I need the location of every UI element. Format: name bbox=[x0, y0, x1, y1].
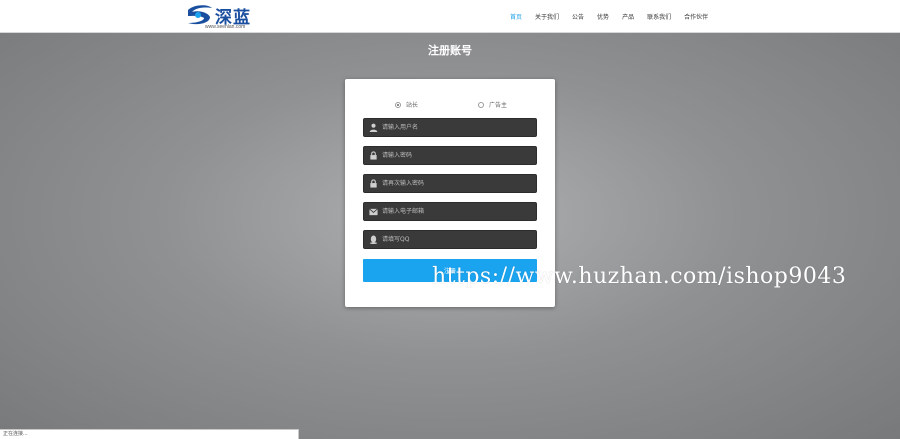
nav-item-products[interactable]: 产品 bbox=[622, 12, 634, 21]
password-input[interactable] bbox=[381, 147, 536, 164]
username-input[interactable] bbox=[381, 119, 536, 136]
username-field bbox=[363, 118, 537, 137]
email-input[interactable] bbox=[381, 203, 536, 220]
confirm-password-field bbox=[363, 174, 537, 193]
nav-item-partners[interactable]: 合作伙伴 bbox=[684, 12, 708, 21]
page-title: 注册账号 bbox=[428, 44, 472, 57]
nav-item-about[interactable]: 关于我们 bbox=[535, 12, 559, 21]
qq-icon bbox=[365, 231, 381, 248]
lock-icon bbox=[365, 147, 381, 164]
brand-logo[interactable]: 深蓝 www.seenlan.com bbox=[186, 4, 256, 32]
nav-item-advantage[interactable]: 优势 bbox=[597, 12, 609, 21]
lock-icon bbox=[365, 175, 381, 192]
browser-status-bar: 正在连接... bbox=[0, 429, 299, 439]
role-radio-advertiser[interactable]: 广告主 bbox=[478, 100, 507, 109]
logo-swoosh-icon bbox=[188, 5, 212, 25]
watermark-text: https://www.huzhan.com/ishop9043 bbox=[432, 264, 847, 289]
envelope-icon bbox=[365, 203, 381, 220]
role-radio-webmaster[interactable]: 站长 bbox=[395, 100, 418, 109]
logo-url: www.seenlan.com bbox=[205, 24, 246, 30]
role-selector: 站长 广告主 bbox=[345, 100, 555, 110]
password-field bbox=[363, 146, 537, 165]
email-field bbox=[363, 202, 537, 221]
user-icon bbox=[365, 119, 381, 136]
role-label: 广告主 bbox=[489, 102, 508, 109]
radio-unchecked-icon bbox=[478, 101, 484, 108]
nav-item-contact[interactable]: 联系我们 bbox=[647, 12, 671, 21]
main-nav: 首页 关于我们 公告 优势 产品 联系我们 合作伙伴 bbox=[510, 0, 721, 33]
role-label: 站长 bbox=[406, 102, 419, 109]
qq-input[interactable] bbox=[381, 231, 536, 248]
nav-item-notice[interactable]: 公告 bbox=[572, 12, 584, 21]
nav-item-home[interactable]: 首页 bbox=[510, 12, 522, 21]
radio-checked-icon bbox=[395, 101, 401, 108]
qq-field bbox=[363, 230, 537, 249]
confirm-password-input[interactable] bbox=[381, 175, 536, 192]
top-header: 深蓝 www.seenlan.com 首页 关于我们 公告 优势 产品 联系我们… bbox=[0, 0, 900, 33]
